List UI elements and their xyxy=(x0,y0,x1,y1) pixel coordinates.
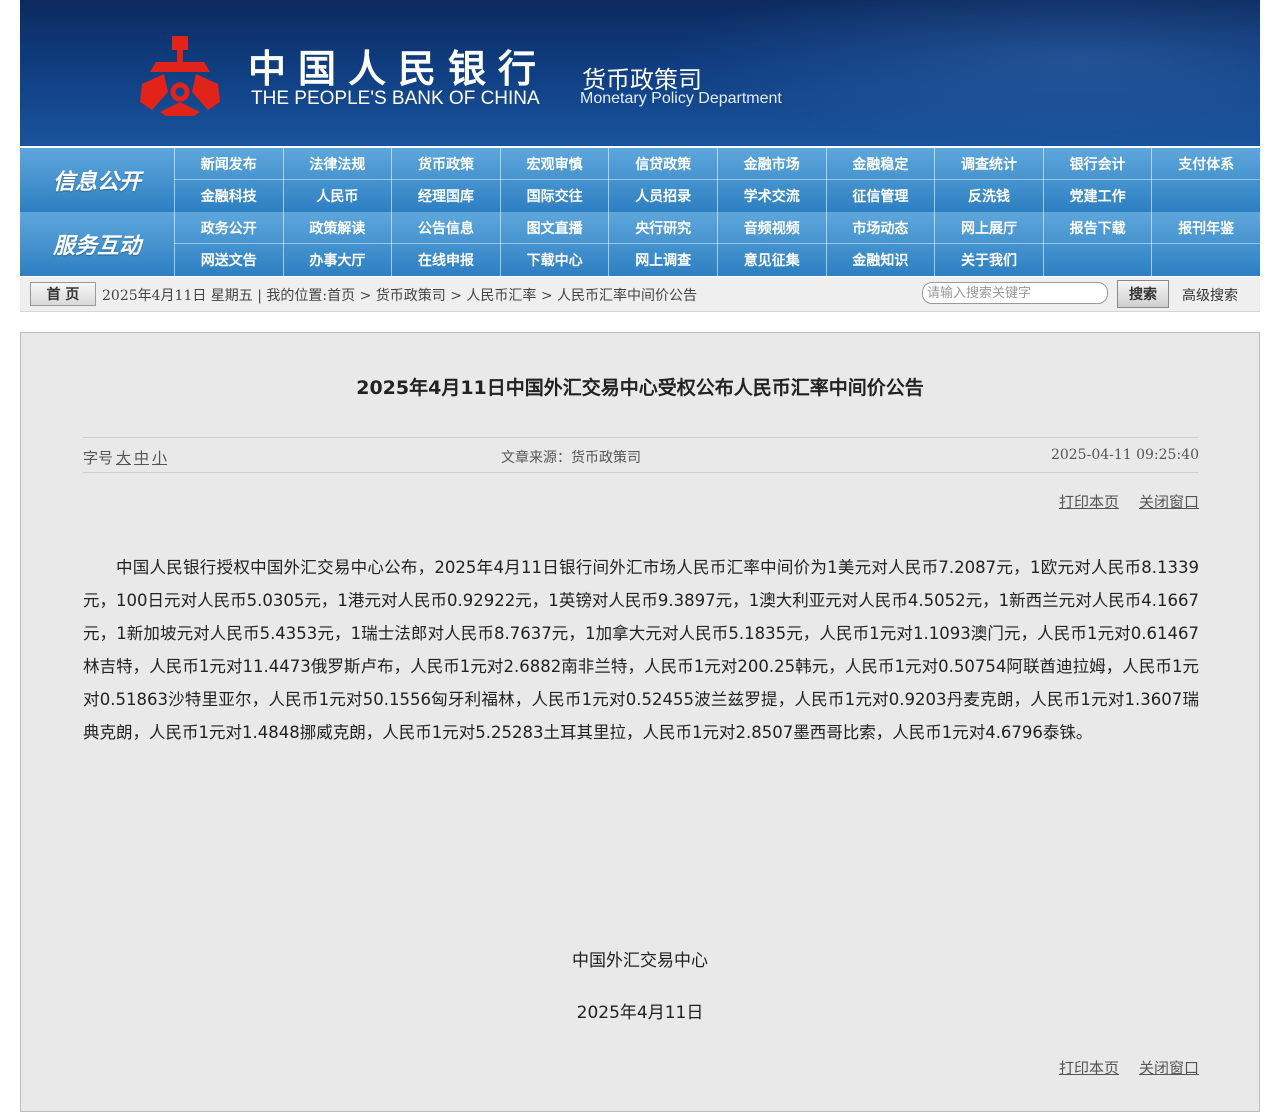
nav-item[interactable]: 调查统计 xyxy=(934,148,1043,180)
nav-item[interactable]: 人员招录 xyxy=(608,180,717,212)
article-sign-date: 2025年4月11日 xyxy=(576,1003,704,1023)
article-source: 文章来源：货币政策司 xyxy=(501,450,641,466)
nav-item[interactable]: 党建工作 xyxy=(1042,180,1152,212)
advanced-search-link[interactable]: 高级搜索 xyxy=(1182,285,1238,305)
nav-grid: 政务公开 政策解读 公告信息 图文直播 央行研究 音频视频 市场动态 网上展厅 报告下载 报刊年鉴… xyxy=(174,212,1260,276)
nav-item[interactable]: 法律法规 xyxy=(282,148,392,180)
nav-grid: 新闻发布 法律法规 货币政策 宏观审慎 信贷政策 金融市场 金融稳定 调查统计 银行会计 支付体系… xyxy=(174,148,1260,212)
bank-name-cn: 中国人民银行 xyxy=(248,46,549,91)
nav-item[interactable]: 公告信息 xyxy=(391,212,500,244)
nav-item[interactable]: 央行研究 xyxy=(608,212,717,244)
nav-item[interactable]: 音频视频 xyxy=(716,212,826,244)
nav-section-label: 信息公开 xyxy=(52,170,141,195)
nav-item[interactable]: 在线申报 xyxy=(391,244,500,276)
nav-item[interactable]: 报告下载 xyxy=(1042,212,1152,244)
font-size-large-link[interactable]: 大 xyxy=(116,449,131,467)
nav-empty-cell xyxy=(1042,244,1152,276)
nav-empty-cell xyxy=(1151,180,1260,212)
divider xyxy=(83,437,1199,438)
nav-item[interactable]: 银行会计 xyxy=(1042,148,1152,180)
nav-item[interactable]: 网送文告 xyxy=(174,244,283,276)
nav-item[interactable]: 下载中心 xyxy=(499,244,609,276)
font-size-selector: 字号大中小 xyxy=(83,447,167,468)
nav-item[interactable]: 网上展厅 xyxy=(934,212,1043,244)
bank-name-en: THE PEOPLE'S BANK OF CHINA xyxy=(251,88,540,109)
header-banner: 中国人民银行 THE PEOPLE'S BANK OF CHINA 货币政策司 … xyxy=(20,0,1260,146)
nav-item[interactable]: 宏观审慎 xyxy=(499,148,609,180)
banner-glow xyxy=(660,0,1260,146)
publish-date: 2025-04-11 09:25:40 xyxy=(1050,447,1199,463)
nav-item[interactable]: 意见征集 xyxy=(716,244,826,276)
nav-item[interactable]: 关于我们 xyxy=(934,244,1043,276)
nav-service-interaction: 服务互动 政务公开 政策解读 公告信息 图文直播 央行研究 音频视频 市场动态 网上展厅 报告下… xyxy=(20,212,1260,276)
article-title: 2025年4月11日中国外汇交易中心受权公布人民币汇率中间价公告 xyxy=(356,377,924,399)
breadcrumb-bar: 首 页 2025年4月11日 星期五 | 我的位置:首页 > 货币政策司 > 人… xyxy=(20,277,1260,312)
close-window-link[interactable]: 关闭窗口 xyxy=(1139,1059,1199,1077)
nav-item[interactable]: 图文直播 xyxy=(499,212,609,244)
nav-item[interactable]: 支付体系 xyxy=(1151,148,1260,180)
nav-item[interactable]: 反洗钱 xyxy=(934,180,1043,212)
font-size-small-link[interactable]: 小 xyxy=(152,449,167,467)
print-page-link[interactable]: 打印本页 xyxy=(1059,493,1119,511)
search-button[interactable]: 搜索 xyxy=(1117,280,1169,308)
nav-empty-cell xyxy=(1151,244,1260,276)
nav-info-disclosure: 信息公开 新闻发布 法律法规 货币政策 宏观审慎 信贷政策 金融市场 金融稳定 调查统计 银行会… xyxy=(20,148,1260,212)
nav-item[interactable]: 金融市场 xyxy=(716,148,826,180)
nav-item[interactable]: 报刊年鉴 xyxy=(1151,212,1260,244)
nav-item[interactable]: 货币政策 xyxy=(391,148,500,180)
search-input[interactable] xyxy=(922,282,1108,304)
nav-item[interactable]: 信贷政策 xyxy=(608,148,717,180)
divider xyxy=(83,472,1199,473)
nav-item[interactable]: 征信管理 xyxy=(825,180,935,212)
article-signer: 中国外汇交易中心 xyxy=(572,951,708,971)
font-size-medium-link[interactable]: 中 xyxy=(134,449,149,467)
nav-item[interactable]: 市场动态 xyxy=(825,212,935,244)
nav-item[interactable]: 办事大厅 xyxy=(282,244,392,276)
font-size-label: 字号 xyxy=(83,449,114,467)
nav-item[interactable]: 人民币 xyxy=(282,180,392,212)
nav-item[interactable]: 金融知识 xyxy=(825,244,935,276)
nav-item[interactable]: 政务公开 xyxy=(174,212,283,244)
article-toolbar-top: 打印本页 关闭窗口 xyxy=(1039,491,1199,512)
article-toolbar-bottom: 打印本页 关闭窗口 xyxy=(1039,1057,1199,1078)
nav-item[interactable]: 金融稳定 xyxy=(825,148,935,180)
nav-item[interactable]: 政策解读 xyxy=(282,212,392,244)
department-name-en: Monetary Policy Department xyxy=(580,90,782,107)
nav-item[interactable]: 学术交流 xyxy=(716,180,826,212)
article-body: 中国人民银行授权中国外汇交易中心公布，2025年4月11日银行间外汇市场人民币汇… xyxy=(83,558,1199,742)
nav-item[interactable]: 经理国库 xyxy=(391,180,500,212)
nav-item[interactable]: 网上调查 xyxy=(608,244,717,276)
nav-item[interactable]: 金融科技 xyxy=(174,180,283,212)
close-window-link[interactable]: 关闭窗口 xyxy=(1139,493,1199,511)
nav-section-label: 服务互动 xyxy=(52,234,141,259)
print-page-link[interactable]: 打印本页 xyxy=(1059,1059,1119,1077)
nav-item[interactable]: 新闻发布 xyxy=(174,148,283,180)
home-button[interactable]: 首 页 xyxy=(30,282,96,306)
nav-item[interactable]: 国际交往 xyxy=(499,180,609,212)
pboc-logo-icon xyxy=(140,36,220,116)
breadcrumb: 2025年4月11日 星期五 | 我的位置:首页 > 货币政策司 > 人民币汇率… xyxy=(102,288,698,304)
article-panel: 2025年4月11日中国外汇交易中心受权公布人民币汇率中间价公告 字号大中小 文… xyxy=(20,332,1260,1112)
